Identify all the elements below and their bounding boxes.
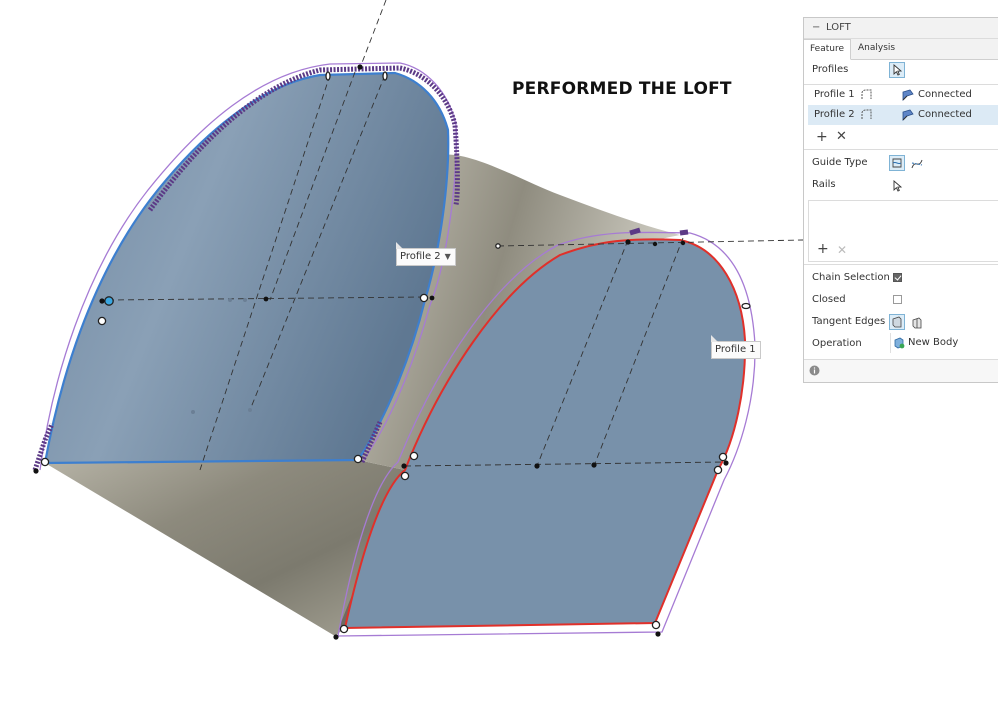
- profile-shape-icon: [861, 89, 872, 99]
- connected-icon: [902, 109, 914, 121]
- minus-icon[interactable]: −: [812, 18, 820, 38]
- guide-type-row: Guide Type: [804, 152, 998, 174]
- split-tangent-icon[interactable]: [910, 316, 924, 330]
- rails-guide-button[interactable]: [889, 155, 905, 171]
- profile-shape-icon: [861, 109, 872, 119]
- profile-1-tag[interactable]: Profile 1: [711, 335, 761, 359]
- profiles-label: Profiles: [812, 64, 849, 75]
- rails-label: Rails: [812, 179, 836, 190]
- merge-tangent-button[interactable]: [889, 314, 905, 330]
- tag-corner: [396, 242, 403, 249]
- profile-status: Connected: [918, 89, 972, 100]
- operation-row: Operation New Body: [804, 333, 998, 355]
- pointer-select-icon: [893, 64, 903, 76]
- chain-selection-checkbox[interactable]: [893, 273, 902, 282]
- profile-1-tag-label: Profile 1: [715, 344, 756, 355]
- chain-selection-label: Chain Selection: [812, 272, 890, 283]
- chevron-down-icon[interactable]: ▼: [445, 252, 451, 261]
- tangent-edges-label: Tangent Edges: [812, 316, 886, 327]
- annotation-title: PERFORMED THE LOFT: [512, 79, 732, 99]
- profile-list-row[interactable]: Profile 1 Connected: [808, 85, 998, 105]
- profile-2-tag-label: Profile 2: [400, 251, 441, 262]
- operation-value: New Body: [908, 337, 959, 348]
- panel-footer: [804, 359, 998, 382]
- closed-checkbox[interactable]: [893, 295, 902, 304]
- profiles-select-button[interactable]: [889, 62, 905, 78]
- x-icon: ✕: [837, 243, 848, 257]
- centerline-guide-icon[interactable]: [910, 157, 924, 171]
- profile-name: Profile 1: [814, 89, 855, 100]
- panel-title: LOFT: [826, 22, 851, 33]
- tab-bar: Feature Analysis: [804, 39, 998, 60]
- tag-corner: [711, 335, 718, 342]
- profile-status: Connected: [918, 109, 972, 120]
- closed-label: Closed: [812, 294, 846, 305]
- closed-row: Closed: [804, 289, 998, 311]
- new-body-icon: [894, 337, 905, 349]
- merge-tangent-icon: [892, 316, 902, 328]
- rails-list[interactable]: + ✕: [808, 200, 998, 262]
- profile-2-tag[interactable]: Profile 2 ▼: [396, 242, 456, 266]
- divider: [804, 149, 998, 150]
- tab-analysis[interactable]: Analysis: [852, 39, 901, 58]
- profile-list-actions: + ✕: [804, 126, 998, 148]
- plus-icon[interactable]: +: [816, 126, 828, 148]
- tab-feature[interactable]: Feature: [804, 39, 852, 60]
- operation-label: Operation: [812, 338, 862, 349]
- tangent-edges-row: Tangent Edges: [804, 311, 998, 333]
- panel-header[interactable]: − LOFT: [804, 18, 998, 39]
- rails-guide-icon: [892, 158, 902, 168]
- loft-panel: − LOFT Feature Analysis Profiles Profile …: [803, 17, 998, 383]
- profiles-row: Profiles: [804, 59, 998, 81]
- plus-icon[interactable]: +: [817, 241, 829, 257]
- x-icon[interactable]: ✕: [836, 126, 847, 148]
- info-icon[interactable]: [809, 365, 820, 376]
- profile-name: Profile 2: [814, 109, 855, 120]
- chain-selection-row: Chain Selection: [804, 267, 998, 289]
- pointer-select-icon[interactable]: [890, 179, 904, 193]
- guide-type-label: Guide Type: [812, 157, 868, 168]
- operation-select[interactable]: New Body: [890, 333, 998, 353]
- rails-row: Rails: [804, 174, 998, 196]
- divider: [804, 264, 998, 265]
- connected-icon: [902, 89, 914, 101]
- profile-list-row[interactable]: Profile 2 Connected: [808, 105, 998, 125]
